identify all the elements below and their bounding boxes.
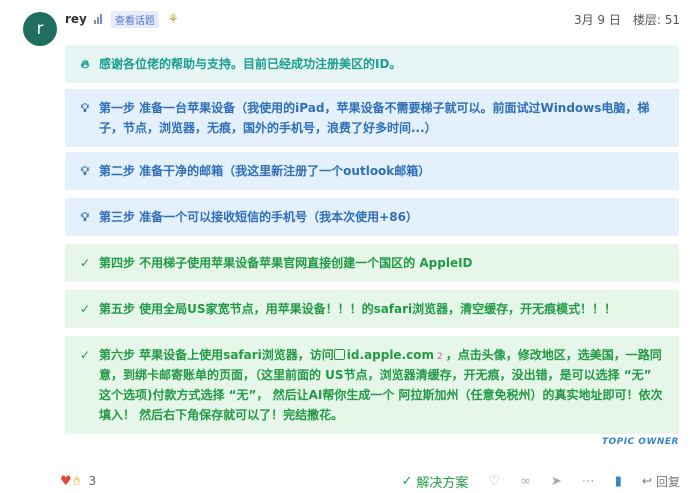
callout-step-1: 💡︎ 第一步 准备一台苹果设备（我使用的iPad，苹果设备不需要梯子就可以。前面… <box>65 89 679 147</box>
lightbulb-icon: 💡︎ <box>80 101 90 115</box>
post-date[interactable]: 3月 9 日 <box>574 11 621 28</box>
check-icon: ✓ <box>79 348 91 362</box>
check-icon: ✓ <box>79 256 91 270</box>
rocket-icon[interactable]: ➤ <box>551 474 562 489</box>
more-icon[interactable]: ⋯ <box>582 474 595 489</box>
thumbs-up-icon: ✋︎ <box>73 473 81 488</box>
sprout-icon: ⚘ <box>167 12 179 26</box>
avatar[interactable]: r <box>23 12 57 46</box>
avatar-letter: r <box>36 19 44 39</box>
callout-text: 感谢各位佬的帮助与支持。目前已经成功注册美区的ID。 <box>99 57 402 71</box>
reply-label: 回复 <box>655 474 680 489</box>
reply-button[interactable]: ↩ 回复 <box>642 473 680 490</box>
reactions[interactable]: ♥ ✋︎ 3 <box>60 474 96 489</box>
post-floor: 楼层: 51 <box>632 12 680 27</box>
apple-id-link[interactable]: id.apple.com <box>347 348 434 362</box>
solution-button[interactable]: ✓ 解决方案 <box>401 472 468 491</box>
callout-step-3: 💡︎ 第三步 准备一个可以接收短信的手机号（我本次使用+86） <box>65 198 679 236</box>
callout-text-before: 第六步 苹果设备上使用safari浏览器，访问 <box>99 348 334 362</box>
heart-icon: ♥ <box>60 473 72 489</box>
check-icon: ✓ <box>79 302 91 316</box>
post-footer: ♥ ✋︎ 3 ✓ 解决方案 ♡ ∞ ➤ ⋯ ▮ ↩ 回复 <box>60 470 680 492</box>
topic-owner-label: TOPIC OWNER <box>601 437 679 447</box>
post-header: rey 查看话题 ⚘ 3月 9 日 楼层: 51 <box>65 9 680 29</box>
external-link-icon <box>333 349 345 360</box>
user-badge[interactable]: 查看话题 <box>110 10 159 28</box>
lightbulb-icon: 💡︎ <box>80 210 90 224</box>
callout-step-6: ✓ 第六步 苹果设备上使用safari浏览器，访问 id.apple.com 2 ，点… <box>65 336 679 434</box>
bookmark-icon[interactable]: ▮ <box>615 474 622 489</box>
check-icon: ✓ <box>401 473 413 489</box>
solution-label: 解决方案 <box>416 475 469 491</box>
callout-text: 第四步 不用梯子使用苹果设备苹果官网直接创建一个国区的 AppleID <box>99 256 473 270</box>
link-icon[interactable]: ∞ <box>520 474 531 489</box>
flame-icon: 🔥︎ <box>80 57 90 71</box>
callout-text: 第五步 使用全局US家宽节点，用苹果设备！！！的safari浏览器，清空缓存，开… <box>99 302 617 316</box>
reaction-count: 3 <box>88 474 97 488</box>
link-click-count: 2 <box>434 351 446 363</box>
trust-level-icon <box>93 14 102 24</box>
callout-step-2: 💡︎ 第二步 准备干净的邮箱（我这里新注册了一个outlook邮箱） <box>65 152 679 190</box>
callout-step-5: ✓ 第五步 使用全局US家宽节点，用苹果设备！！！的safari浏览器，清空缓存… <box>65 290 679 328</box>
callout-thanks: 🔥︎ 感谢各位佬的帮助与支持。目前已经成功注册美区的ID。 <box>65 45 679 83</box>
callout-step-4: ✓ 第四步 不用梯子使用苹果设备苹果官网直接创建一个国区的 AppleID <box>65 244 679 282</box>
username[interactable]: rey <box>65 12 87 26</box>
reply-icon: ↩ <box>641 474 652 488</box>
callout-text: 第二步 准备干净的邮箱（我这里新注册了一个outlook邮箱） <box>99 164 431 178</box>
callout-text: 第一步 准备一台苹果设备（我使用的iPad，苹果设备不需要梯子就可以。前面试过W… <box>99 101 650 135</box>
lightbulb-icon: 💡︎ <box>80 164 90 178</box>
callout-text: 第三步 准备一个可以接收短信的手机号（我本次使用+86） <box>99 210 418 224</box>
like-heart-icon[interactable]: ♡ <box>488 474 500 489</box>
